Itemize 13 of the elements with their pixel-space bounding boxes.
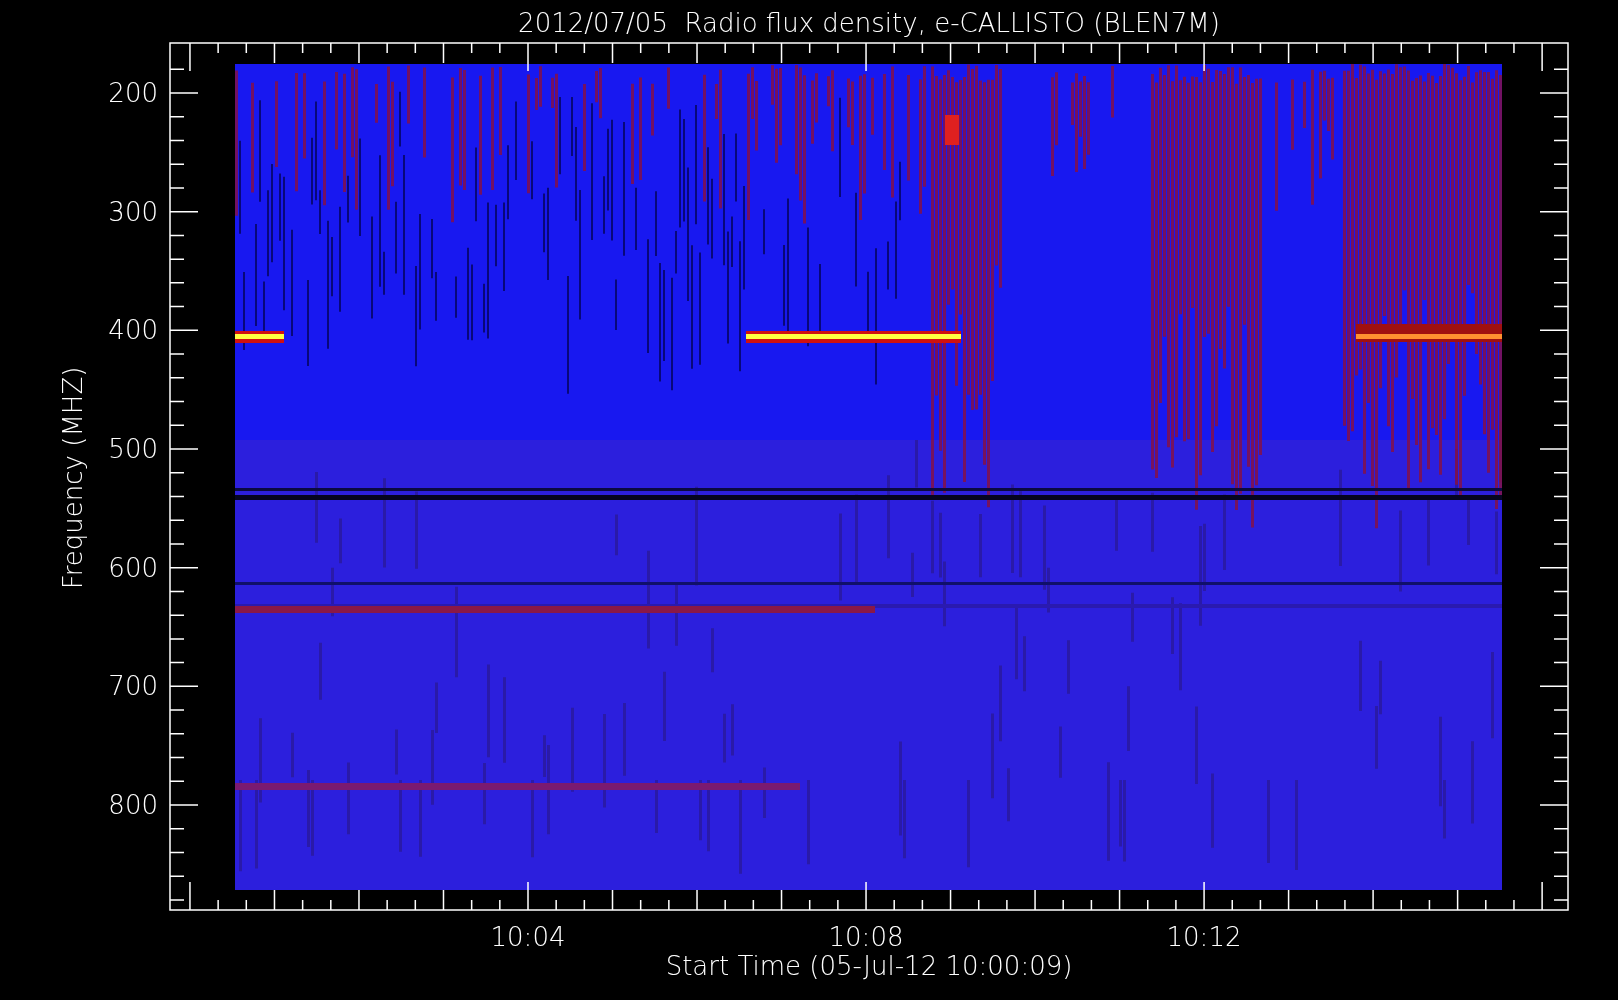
x-tick-label: 10:08	[828, 922, 904, 952]
y-axis-label: Frequency (MHZ)	[58, 366, 88, 590]
y-tick-label: 500	[108, 434, 158, 464]
x-axis-label: Start Time (05-Jul-12 10:00:09)	[665, 951, 1073, 981]
y-tick-label: 400	[108, 315, 158, 346]
x-tick-label: 10:04	[490, 922, 566, 952]
y-tick-label: 800	[108, 790, 158, 820]
x-tick-label: 10:12	[1166, 922, 1242, 952]
y-tick-label: 200	[108, 78, 158, 108]
y-tick-label: 300	[108, 196, 158, 227]
y-tick-label: 600	[108, 552, 158, 583]
chart-title: 2012/07/05 Radio flux density, e-CALLISTO (BLEN7M)	[518, 8, 1220, 38]
y-tick-label: 700	[108, 671, 158, 702]
